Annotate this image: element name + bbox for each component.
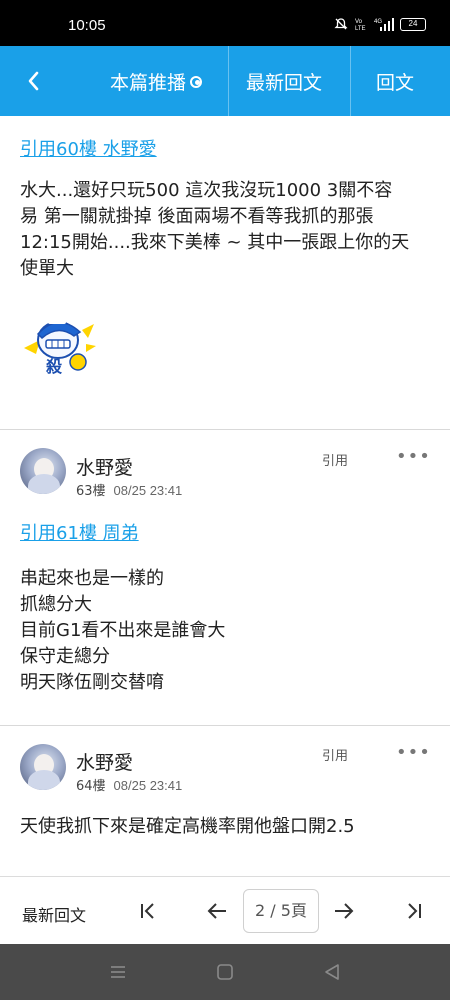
- avatar[interactable]: [20, 448, 66, 494]
- post-time: 08/25 23:41: [113, 778, 183, 793]
- status-icons: Vo LTE 4G 24: [334, 16, 426, 32]
- home-icon[interactable]: [215, 962, 235, 982]
- pagination-bar: 最新回文 2 / 5頁: [0, 876, 450, 944]
- quote-button[interactable]: 引用: [322, 450, 348, 469]
- status-bar: 10:05 Vo LTE 4G 24: [0, 0, 450, 46]
- svg-text:LTE: LTE: [355, 26, 366, 31]
- first-page-icon[interactable]: [136, 899, 160, 923]
- post-meta: 64樓 08/25 23:41: [76, 775, 182, 794]
- svg-text:4G: 4G: [374, 19, 382, 25]
- chevron-left-icon[interactable]: [20, 67, 48, 95]
- floor-number: 64樓: [76, 779, 106, 794]
- more-options-icon[interactable]: •••: [396, 744, 431, 762]
- quote-link[interactable]: 引用61樓 周弟: [20, 519, 139, 545]
- mute-icon: [334, 18, 348, 30]
- prev-page-icon[interactable]: [205, 899, 229, 923]
- username[interactable]: 水野愛: [76, 453, 133, 480]
- post-line: 保守走總分: [20, 646, 110, 667]
- post-body: 串起來也是一樣的 抓總分大 目前G1看不出來是誰會大 保守走總分 明天隊伍剛交替…: [20, 566, 430, 696]
- toggle-dot-icon: [190, 76, 203, 88]
- post-line: 目前G1看不出來是誰會大: [20, 620, 226, 641]
- avatar[interactable]: [20, 744, 66, 790]
- status-time: 10:05: [68, 17, 106, 34]
- nav-divider: [350, 46, 351, 116]
- quote-button[interactable]: 引用: [322, 745, 348, 764]
- tab-push-label: 本篇推播: [110, 72, 187, 94]
- quote-link[interactable]: 引用60樓 水野愛: [20, 135, 157, 161]
- menu-icon[interactable]: [108, 962, 128, 982]
- nav-divider: [228, 46, 229, 116]
- post-divider: [0, 429, 450, 430]
- more-options-icon[interactable]: •••: [396, 448, 431, 466]
- volte-icon: Vo LTE: [355, 19, 366, 31]
- sticker-text: 殺: [45, 357, 63, 376]
- latest-replies-button[interactable]: 最新回文: [22, 902, 86, 926]
- post-line: 12:15開始....我來下美棒 ~ 其中一張跟上你的天: [20, 232, 410, 253]
- next-page-icon[interactable]: [332, 899, 356, 923]
- back-triangle-icon[interactable]: [322, 962, 342, 982]
- last-page-icon[interactable]: [402, 899, 426, 923]
- top-navbar: 本篇推播 最新回文 回文: [0, 46, 450, 116]
- post-body: 天使我抓下來是確定高機率開他盤口開2.5: [20, 814, 430, 840]
- battery-icon: 24: [400, 17, 426, 31]
- post-line: 抓總分大: [20, 594, 92, 615]
- floor-number: 63樓: [76, 484, 106, 499]
- system-navigation-bar: [0, 944, 450, 1000]
- tab-latest-replies[interactable]: 最新回文: [246, 68, 322, 95]
- baseball-cap-sticker: 殺: [24, 318, 96, 376]
- post-line: 串起來也是一樣的: [20, 568, 164, 589]
- post-line: 使單大: [20, 258, 74, 279]
- post-list[interactable]: 引用60樓 水野愛 水大...還好只玩500 這次我沒玩1000 3關不容 易 …: [0, 116, 450, 876]
- post-line: 明天隊伍剛交替唷: [20, 672, 164, 693]
- 4g-signal-icon: 4G: [374, 18, 394, 31]
- post-divider: [0, 725, 450, 726]
- post-time: 08/25 23:41: [113, 483, 183, 498]
- username[interactable]: 水野愛: [76, 748, 133, 775]
- svg-text:Vo: Vo: [355, 19, 363, 25]
- post-line: 易 第一關就掛掉 後面兩場不看等我抓的那張: [20, 206, 374, 227]
- page-indicator[interactable]: 2 / 5頁: [243, 889, 319, 933]
- tab-push-notifications[interactable]: 本篇推播: [110, 68, 203, 95]
- tab-reply[interactable]: 回文: [376, 68, 414, 95]
- post-meta: 63樓 08/25 23:41: [76, 480, 182, 499]
- post-line: 水大...還好只玩500 這次我沒玩1000 3關不容: [20, 180, 393, 201]
- post-line: 天使我抓下來是確定高機率開他盤口開2.5: [20, 816, 355, 837]
- post-body: 水大...還好只玩500 這次我沒玩1000 3關不容 易 第一關就掛掉 後面兩…: [20, 178, 430, 282]
